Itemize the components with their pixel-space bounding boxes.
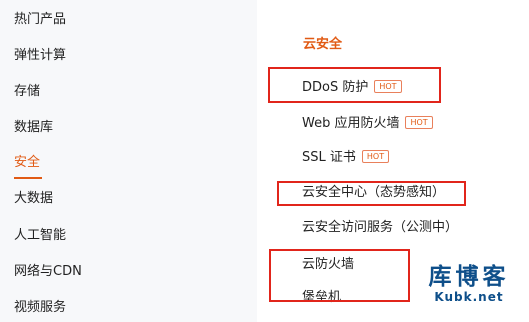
watermark-url: Kubk.net: [434, 290, 504, 304]
sidebar-item-ai[interactable]: 人工智能: [14, 227, 66, 245]
hot-badge: HOT: [361, 150, 390, 163]
product-security-access-service[interactable]: 云安全访问服务（公测中）: [302, 219, 458, 237]
hot-badge: HOT: [405, 116, 433, 129]
watermark-logo: 库博客 Kubk.net: [424, 264, 514, 304]
sidebar-item-elastic-computing[interactable]: 弹性计算: [14, 47, 66, 65]
category-sidebar: 热门产品 弹性计算 存储 数据库 安全 大数据 人工智能 网络与CDN 视频服务: [0, 0, 257, 322]
highlight-box-firewall-bastion: [269, 249, 410, 302]
active-item-underline: [14, 177, 42, 179]
sidebar-item-storage[interactable]: 存储: [14, 83, 40, 101]
sidebar-item-video-services[interactable]: 视频服务: [14, 299, 66, 317]
sidebar-item-database[interactable]: 数据库: [14, 119, 53, 137]
sidebar-item-big-data[interactable]: 大数据: [14, 190, 53, 208]
sidebar-item-network-cdn[interactable]: 网络与CDN: [14, 263, 82, 281]
highlight-box-security-center: [277, 181, 466, 206]
section-title: 云安全: [303, 37, 343, 52]
watermark-title: 库博客: [428, 264, 510, 290]
product-label: Web 应用防火墙: [302, 116, 400, 131]
highlight-box-ddos: [268, 67, 441, 103]
product-ssl-certificate[interactable]: SSL 证书 HOT: [302, 149, 390, 167]
sidebar-item-hot-products[interactable]: 热门产品: [14, 11, 66, 29]
product-label: SSL 证书: [302, 150, 356, 165]
sidebar-item-security[interactable]: 安全: [14, 154, 40, 172]
product-web-application-firewall[interactable]: Web 应用防火墙 HOT: [302, 115, 433, 133]
